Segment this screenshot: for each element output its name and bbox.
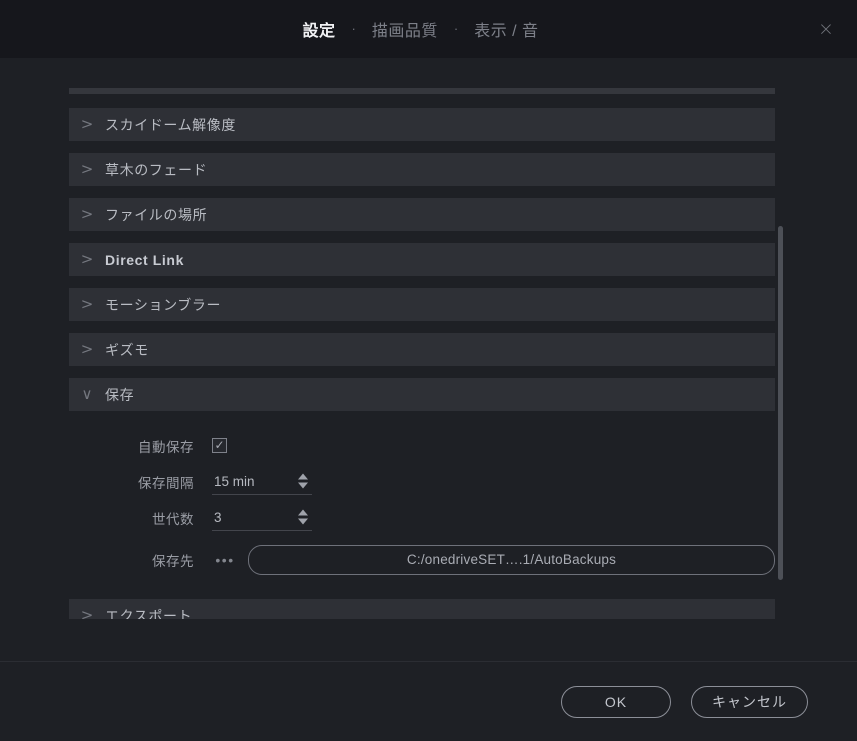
chevron-right-icon: > <box>80 205 94 223</box>
chevron-right-icon: > <box>80 115 94 133</box>
chevron-right-icon: > <box>80 606 94 620</box>
dialog-titlebar: 設定 · 描画品質 · 表示 / 音 × <box>0 0 857 58</box>
chevron-right-icon: > <box>80 160 94 178</box>
chevron-right-icon: > <box>80 295 94 313</box>
autosave-field: 自動保存 ✓ <box>69 429 775 462</box>
settings-row-skydome-resolution[interactable]: > スカイドーム解像度 <box>69 108 775 141</box>
tab-separator-dot: · <box>351 20 356 36</box>
save-destination-field: 保存先 ••• C:/onedriveSET….1/AutoBackups <box>69 543 775 576</box>
settings-row-motion-blur[interactable]: > モーションブラー <box>69 288 775 321</box>
settings-row-export[interactable]: > エクスポート <box>69 599 775 619</box>
settings-row-partial-top[interactable] <box>69 88 775 94</box>
settings-dialog: 設定 · 描画品質 · 表示 / 音 × > スカイドーム解像度 > 草木のフェ… <box>0 0 857 741</box>
chevron-down-icon: ∨ <box>81 385 93 403</box>
chevron-right-icon: > <box>80 340 94 358</box>
stepper-arrows-icon[interactable] <box>298 473 308 489</box>
settings-row-direct-link[interactable]: > Direct Link <box>69 243 775 276</box>
ok-button[interactable]: OK <box>561 685 671 718</box>
save-destination-path-value: C:/onedriveSET….1/AutoBackups <box>406 552 617 567</box>
settings-scrollbar[interactable] <box>778 90 783 617</box>
settings-row-label: ギズモ <box>105 341 149 358</box>
settings-row-label: 草木のフェード <box>105 161 208 178</box>
dialog-tab-bar: 設定 · 描画品質 · 表示 / 音 <box>288 15 552 43</box>
check-icon: ✓ <box>214 437 225 452</box>
cancel-button[interactable]: キャンセル <box>691 685 808 718</box>
settings-row-label: 保存 <box>105 386 135 403</box>
save-interval-stepper[interactable]: 15 min <box>212 468 312 495</box>
generations-value: 3 <box>214 509 222 525</box>
browse-ellipsis-icon[interactable]: ••• <box>212 553 238 567</box>
dialog-footer: OK キャンセル <box>0 661 857 741</box>
tab-settings[interactable]: 設定 <box>288 15 349 43</box>
autosave-label: 自動保存 <box>138 439 194 455</box>
close-icon[interactable]: × <box>809 12 843 46</box>
generations-stepper[interactable]: 3 <box>212 504 312 531</box>
save-interval-field: 保存間隔 15 min <box>69 465 775 498</box>
settings-row-label: モーションブラー <box>105 296 222 313</box>
save-destination-label: 保存先 <box>152 553 194 569</box>
stepper-up-icon[interactable] <box>298 509 308 516</box>
stepper-up-icon[interactable] <box>298 473 308 480</box>
tab-render-quality[interactable]: 描画品質 <box>358 15 452 43</box>
settings-list: > スカイドーム解像度 > 草木のフェード > ファイルの場所 > Direct… <box>0 88 857 619</box>
settings-scroll-viewport: > スカイドーム解像度 > 草木のフェード > ファイルの場所 > Direct… <box>0 88 857 619</box>
save-interval-value: 15 min <box>214 473 255 489</box>
dialog-body: > スカイドーム解像度 > 草木のフェード > ファイルの場所 > Direct… <box>0 58 857 661</box>
settings-scrollbar-thumb[interactable] <box>778 226 783 580</box>
save-interval-label: 保存間隔 <box>138 475 194 491</box>
save-settings-panel: 自動保存 ✓ 保存間隔 15 min 世代数 3 保存先 ••• C:/oned… <box>69 423 775 589</box>
settings-row-file-location[interactable]: > ファイルの場所 <box>69 198 775 231</box>
stepper-arrows-icon[interactable] <box>298 509 308 525</box>
generations-label: 世代数 <box>152 511 194 527</box>
settings-row-gizmo[interactable]: > ギズモ <box>69 333 775 366</box>
tab-separator-dot: · <box>453 20 459 36</box>
stepper-down-icon[interactable] <box>298 518 308 525</box>
autosave-checkbox[interactable]: ✓ <box>212 438 227 453</box>
settings-row-foliage-fade[interactable]: > 草木のフェード <box>69 153 775 186</box>
settings-row-label: エクスポート <box>105 607 193 620</box>
settings-row-save[interactable]: ∨ 保存 <box>69 378 775 411</box>
chevron-right-icon: > <box>80 250 94 268</box>
settings-row-label: Direct Link <box>105 251 184 268</box>
save-destination-path-field[interactable]: C:/onedriveSET….1/AutoBackups <box>248 544 775 575</box>
tab-display-sound[interactable]: 表示 / 音 <box>460 15 552 43</box>
generations-field: 世代数 3 <box>69 501 775 534</box>
stepper-down-icon[interactable] <box>298 482 308 489</box>
settings-row-label: スカイドーム解像度 <box>105 116 236 133</box>
settings-row-label: ファイルの場所 <box>105 206 208 223</box>
